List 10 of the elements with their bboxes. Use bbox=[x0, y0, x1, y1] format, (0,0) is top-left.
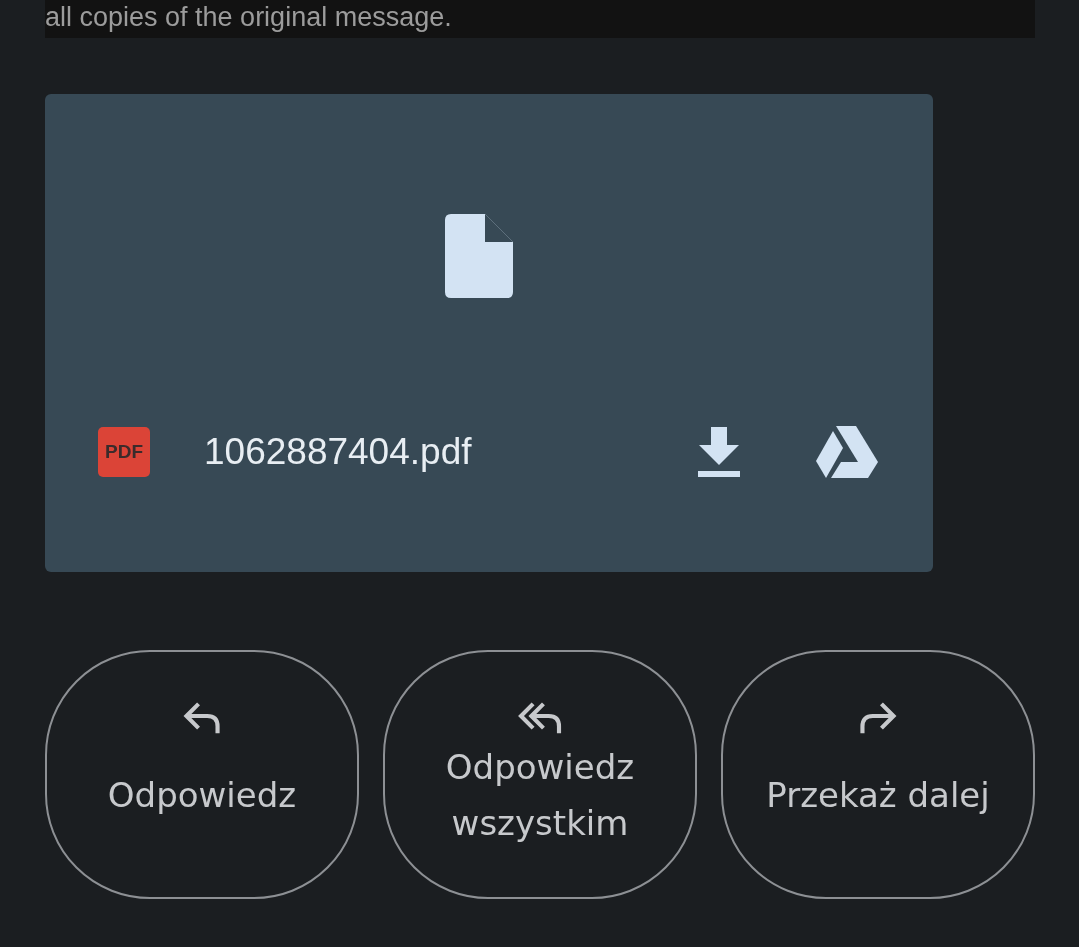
file-name: 1062887404.pdf bbox=[204, 431, 473, 473]
action-button[interactable]: Przekaż dalej bbox=[721, 650, 1035, 899]
download-icon[interactable] bbox=[698, 427, 740, 477]
message-text: all copies of the original message. bbox=[45, 1, 452, 34]
triangle-icon[interactable] bbox=[816, 426, 878, 478]
action-button[interactable]: Odpowiedz wszystkim bbox=[383, 650, 697, 899]
pdf-badge: PDF bbox=[98, 427, 150, 477]
attachment-card[interactable]: PDF 1062887404.pdf bbox=[45, 94, 933, 572]
document-icon bbox=[444, 214, 513, 298]
action-button[interactable]: Odpowiedz bbox=[45, 650, 359, 899]
